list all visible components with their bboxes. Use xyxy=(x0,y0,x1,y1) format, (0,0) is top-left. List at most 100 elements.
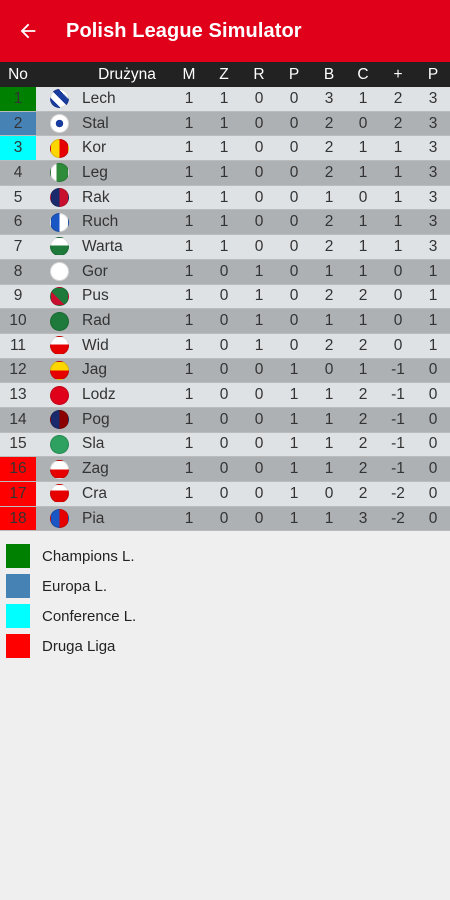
wins-cell: 0 xyxy=(219,410,229,428)
table-row[interactable]: 15 Sla 1 0 0 1 1 2 -1 0 xyxy=(0,432,450,457)
goals-for-cell: 0 xyxy=(324,484,334,502)
team-crest-icon xyxy=(49,286,69,306)
goal-diff-cell: -1 xyxy=(391,460,405,478)
matches-cell: 1 xyxy=(184,509,194,527)
header-no[interactable]: No xyxy=(0,62,36,87)
wins-cell: 0 xyxy=(219,386,229,404)
table-row[interactable]: 5 Rak 1 1 0 0 1 0 1 3 xyxy=(0,185,450,210)
header-matches[interactable]: M xyxy=(172,62,206,87)
team-crest-icon xyxy=(49,114,69,134)
wins-cell: 0 xyxy=(219,262,229,280)
table-row[interactable]: 11 Wid 1 0 1 0 2 2 0 1 xyxy=(0,333,450,359)
crest-cell xyxy=(36,358,82,383)
header-wins[interactable]: Z xyxy=(206,62,242,87)
header-losses[interactable]: P xyxy=(276,62,312,87)
position-cell: 4 xyxy=(13,163,23,181)
draws-cell: 0 xyxy=(254,114,264,132)
position-cell: 17 xyxy=(0,481,36,507)
table-row[interactable]: 18 Pia 1 0 0 1 1 3 -2 0 xyxy=(0,506,450,531)
goals-for-cell: 1 xyxy=(324,435,334,453)
team-crest-icon xyxy=(49,336,69,356)
goals-against-cell: 1 xyxy=(358,361,368,379)
goals-for-cell: 2 xyxy=(324,213,334,231)
goals-for-cell: 2 xyxy=(324,139,334,157)
table-row[interactable]: 13 Lodz 1 0 0 1 1 2 -1 0 xyxy=(0,382,450,408)
header-goal-diff[interactable]: + xyxy=(380,62,416,87)
app-bar: Polish League Simulator xyxy=(0,0,450,62)
back-button[interactable] xyxy=(0,0,56,62)
position-cell: 6 xyxy=(13,213,23,231)
header-team[interactable]: Drużyna xyxy=(82,62,172,87)
crest-cell xyxy=(36,309,82,334)
table-row[interactable]: 4 Leg 1 1 0 0 2 1 1 3 xyxy=(0,160,450,186)
table-row[interactable]: 6 Ruch 1 1 0 0 2 1 1 3 xyxy=(0,209,450,235)
losses-cell: 0 xyxy=(289,139,299,157)
crest-cell xyxy=(36,457,82,482)
position-cell: 12 xyxy=(9,361,27,379)
header-goals-for[interactable]: B xyxy=(312,62,346,87)
crest-cell xyxy=(36,383,82,408)
crest-cell xyxy=(36,333,82,358)
position-cell: 8 xyxy=(13,262,23,280)
goal-diff-cell: 2 xyxy=(393,114,403,132)
table-row[interactable]: 9 Pus 1 0 1 0 2 2 0 1 xyxy=(0,284,450,309)
goal-diff-cell: -1 xyxy=(391,410,405,428)
matches-cell: 1 xyxy=(184,262,194,280)
table-row[interactable]: 2 Stal 1 1 0 0 2 0 2 3 xyxy=(0,111,450,136)
matches-cell: 1 xyxy=(184,89,194,107)
points-cell: 3 xyxy=(428,188,438,206)
goals-for-cell: 2 xyxy=(324,287,334,305)
goal-diff-cell: 1 xyxy=(393,139,403,157)
points-cell: 3 xyxy=(428,139,438,157)
draws-cell: 0 xyxy=(254,188,264,206)
goals-against-cell: 2 xyxy=(358,410,368,428)
losses-cell: 0 xyxy=(289,163,299,181)
team-crest-icon xyxy=(49,212,69,232)
header-points[interactable]: P xyxy=(416,62,450,87)
position-cell: 1 xyxy=(0,87,36,112)
points-cell: 0 xyxy=(428,509,438,527)
table-row[interactable]: 12 Jag 1 0 0 1 0 1 -1 0 xyxy=(0,358,450,383)
wins-cell: 1 xyxy=(219,188,229,206)
goal-diff-cell: 0 xyxy=(393,287,403,305)
losses-cell: 1 xyxy=(289,435,299,453)
matches-cell: 1 xyxy=(184,361,194,379)
goals-against-cell: 2 xyxy=(358,287,368,305)
matches-cell: 1 xyxy=(184,163,194,181)
points-cell: 1 xyxy=(428,312,438,330)
goals-against-cell: 2 xyxy=(358,460,368,478)
crest-cell xyxy=(36,87,82,111)
goal-diff-cell: 1 xyxy=(393,163,403,181)
team-name: Pog xyxy=(82,410,110,428)
losses-cell: 0 xyxy=(289,312,299,330)
table-row[interactable]: 10 Rad 1 0 1 0 1 1 0 1 xyxy=(0,308,450,334)
goals-against-cell: 1 xyxy=(358,262,368,280)
table-row[interactable]: 14 Pog 1 0 0 1 1 2 -1 0 xyxy=(0,407,450,433)
goals-against-cell: 1 xyxy=(358,237,368,255)
table-row[interactable]: 16 Zag 1 0 0 1 1 2 -1 0 xyxy=(0,456,450,482)
wins-cell: 1 xyxy=(219,163,229,181)
team-name: Ruch xyxy=(82,213,119,231)
position-cell: 9 xyxy=(13,287,23,305)
losses-cell: 1 xyxy=(289,386,299,404)
points-cell: 1 xyxy=(428,336,438,354)
crest-cell xyxy=(36,136,82,161)
crest-cell xyxy=(36,185,82,210)
matches-cell: 1 xyxy=(184,386,194,404)
team-name: Rad xyxy=(82,312,111,330)
header-goals-against[interactable]: C xyxy=(346,62,380,87)
table-row[interactable]: 17 Cra 1 0 0 1 0 2 -2 0 xyxy=(0,481,450,507)
header-draws[interactable]: R xyxy=(242,62,276,87)
goal-diff-cell: -2 xyxy=(391,484,405,502)
position-cell: 11 xyxy=(9,336,27,354)
team-crest-icon xyxy=(49,459,69,479)
crest-cell xyxy=(36,235,82,260)
table-row[interactable]: 8 Gor 1 0 1 0 1 1 0 1 xyxy=(0,259,450,284)
team-crest-icon xyxy=(49,311,69,331)
table-row[interactable]: 1 Lech 1 1 0 0 3 1 2 3 xyxy=(0,87,450,112)
table-row[interactable]: 3 Kor 1 1 0 0 2 1 1 3 xyxy=(0,135,450,161)
points-cell: 0 xyxy=(428,386,438,404)
draws-cell: 0 xyxy=(254,484,264,502)
table-row[interactable]: 7 Warta 1 1 0 0 2 1 1 3 xyxy=(0,234,450,260)
goals-for-cell: 1 xyxy=(324,188,334,206)
